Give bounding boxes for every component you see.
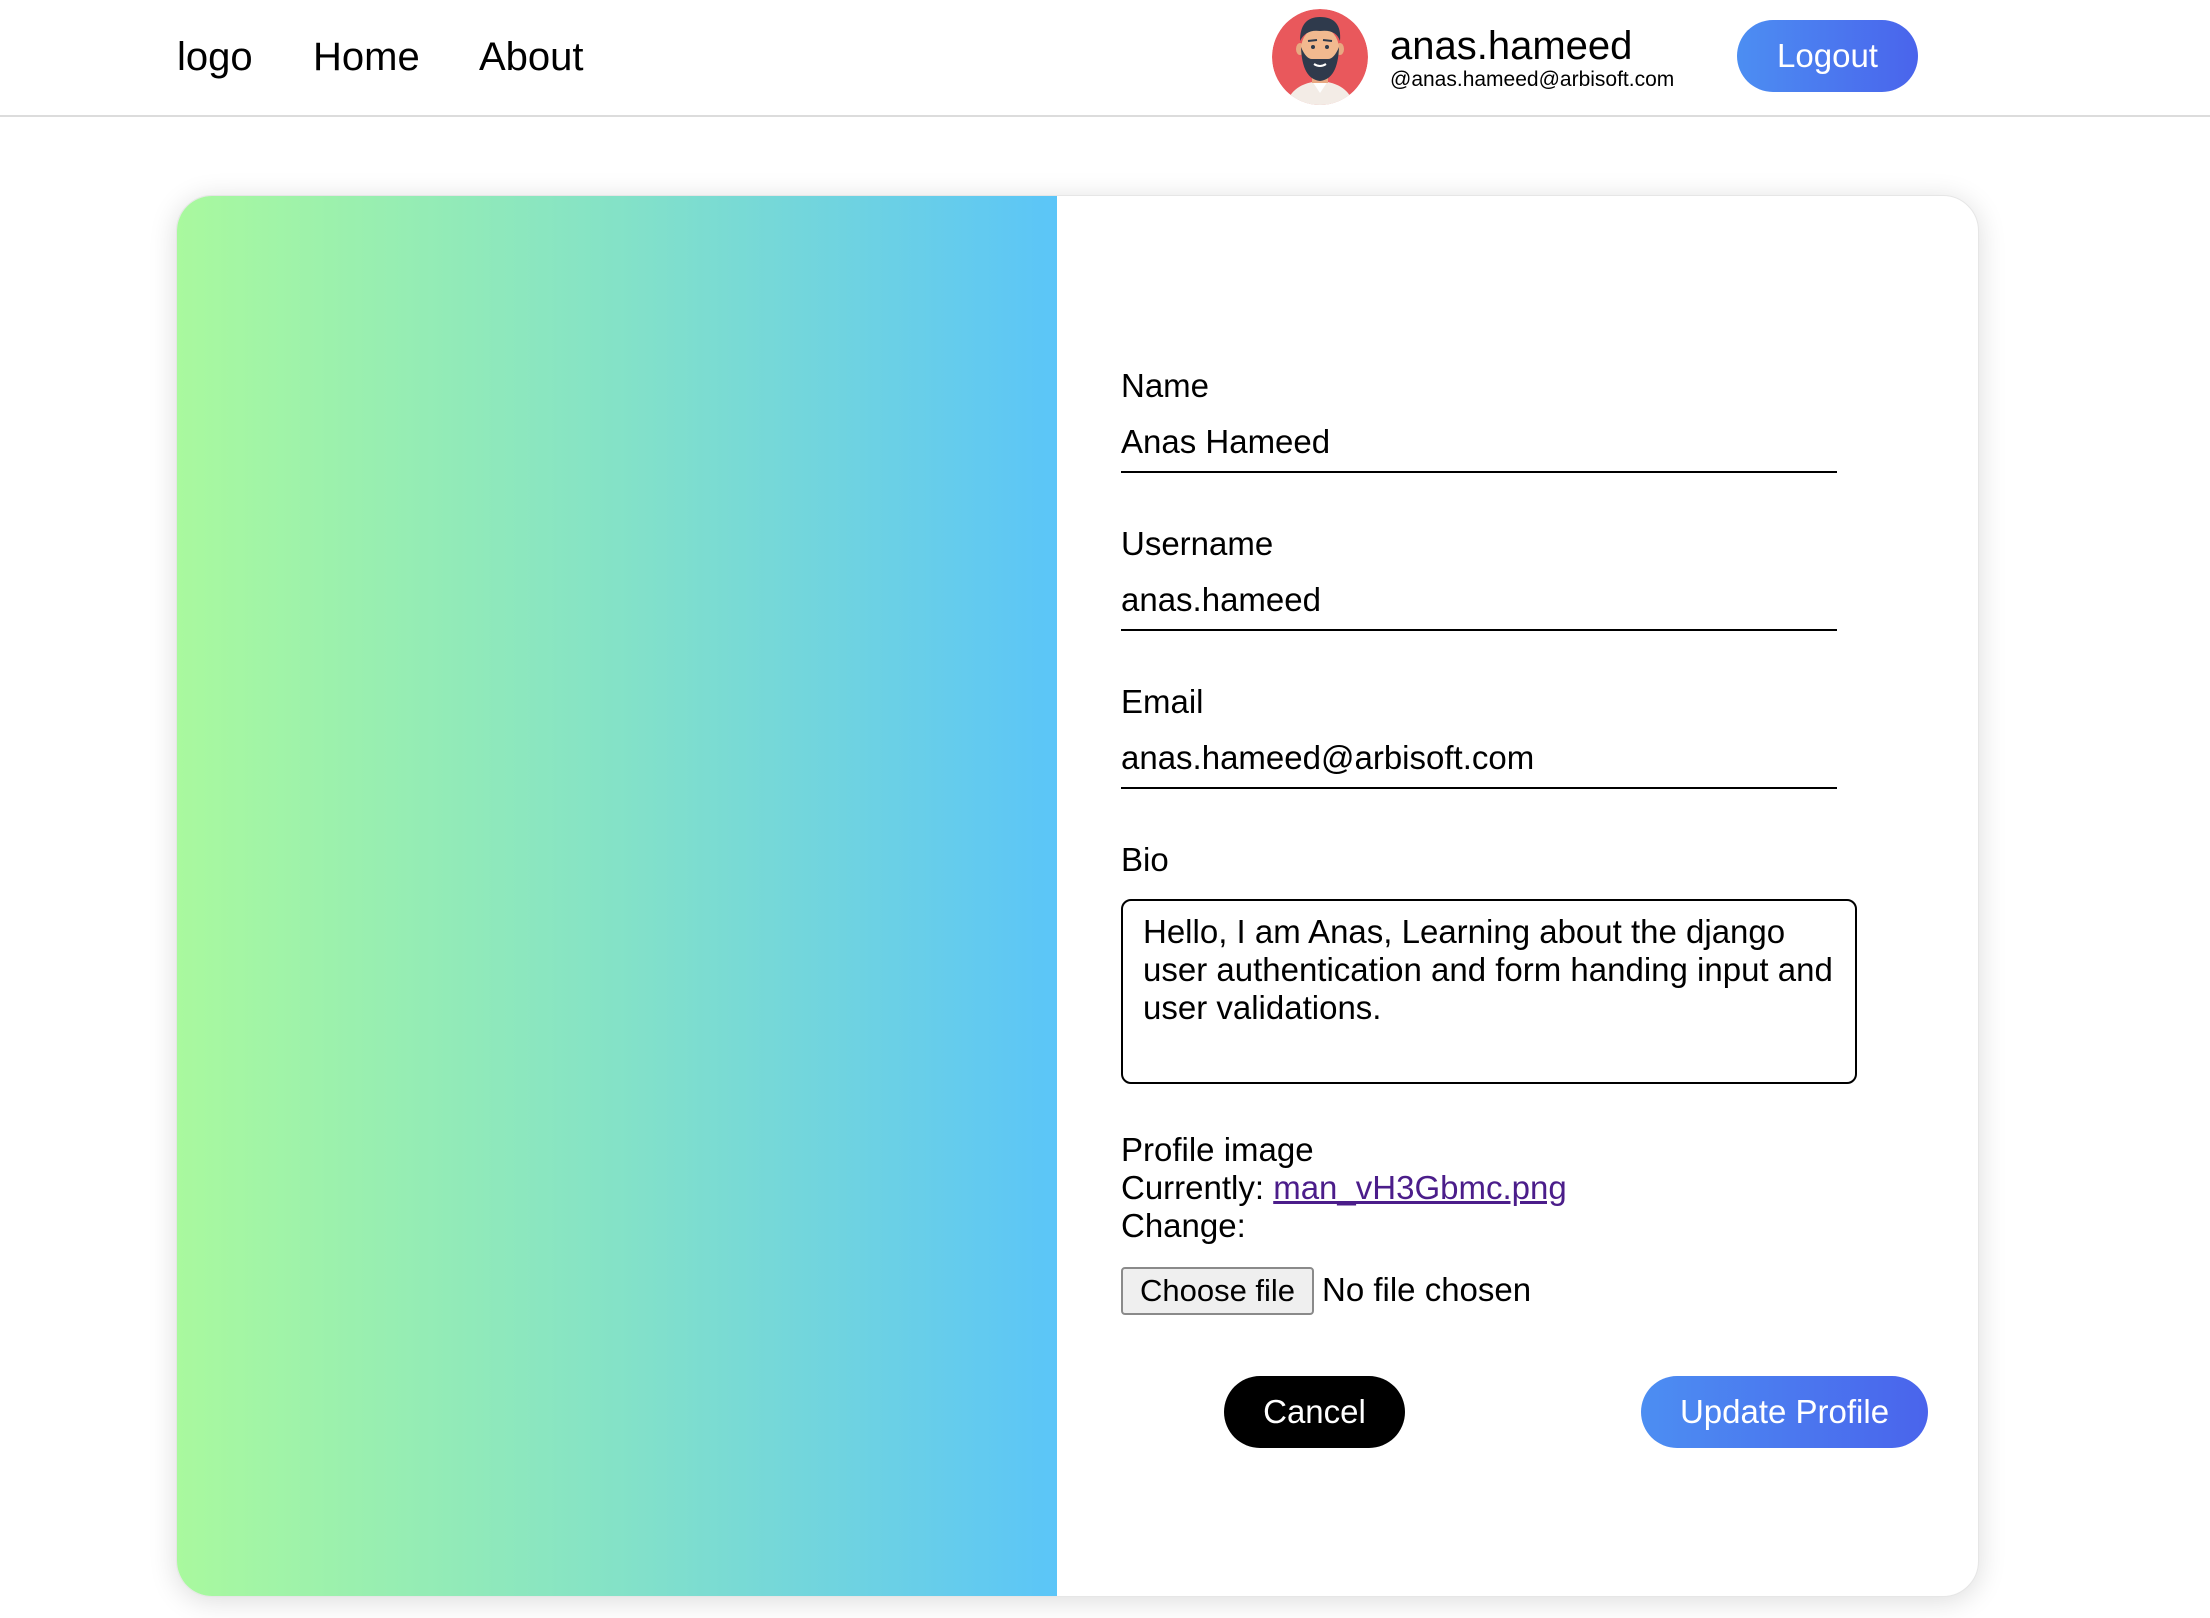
current-image-row: Currently: man_vH3Gbmc.png — [1121, 1169, 1567, 1207]
email-input[interactable] — [1121, 729, 1837, 789]
currently-label: Currently: — [1121, 1169, 1265, 1206]
logout-button[interactable]: Logout — [1737, 20, 1918, 92]
nav-logo[interactable]: logo — [177, 31, 253, 83]
nav-home-link[interactable]: Home — [313, 31, 420, 83]
navbar: logo Home About anas.hameed @anas.hameed… — [0, 0, 2210, 117]
name-input[interactable] — [1121, 413, 1837, 473]
bearded-man-avatar-icon — [1272, 9, 1368, 105]
change-label: Change: — [1121, 1207, 1246, 1244]
user-avatar[interactable] — [1272, 9, 1368, 105]
profile-image-label: Profile image — [1121, 1131, 1314, 1168]
profile-card: Name Username Email Bio Hello, I am Anas… — [176, 195, 1979, 1597]
choose-file-button[interactable]: Choose file — [1121, 1267, 1314, 1315]
update-profile-button[interactable]: Update Profile — [1641, 1376, 1928, 1448]
header-username: anas.hameed — [1390, 24, 1633, 68]
username-input[interactable] — [1121, 571, 1837, 631]
name-label: Name — [1121, 367, 1210, 404]
bio-label: Bio — [1121, 841, 1169, 878]
nav-about-link[interactable]: About — [479, 31, 584, 83]
bio-textarea[interactable]: Hello, I am Anas, Learning about the dja… — [1121, 899, 1857, 1084]
gradient-panel — [177, 196, 1057, 1596]
update-profile-form: Name Username Email Bio Hello, I am Anas… — [1121, 196, 1941, 1596]
cancel-button[interactable]: Cancel — [1224, 1376, 1405, 1448]
email-label: Email — [1121, 683, 1204, 720]
username-label: Username — [1121, 525, 1274, 562]
current-image-link[interactable]: man_vH3Gbmc.png — [1273, 1169, 1566, 1206]
header-user-email: @anas.hameed@arbisoft.com — [1390, 68, 1675, 91]
no-file-status: No file chosen — [1322, 1271, 1532, 1308]
